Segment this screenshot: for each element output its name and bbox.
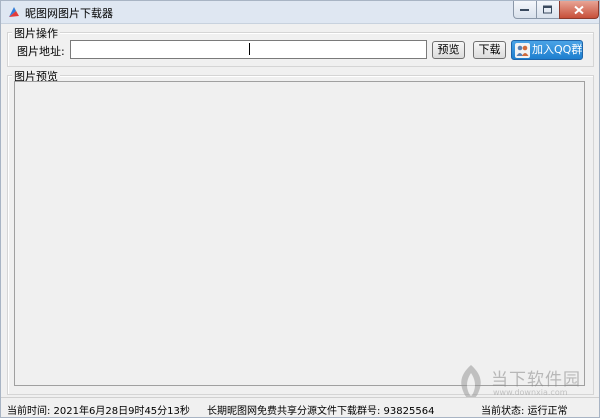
watermark-text: 当下软件园 [491, 370, 581, 390]
join-qq-group-button[interactable]: 加入QQ群 [511, 40, 583, 60]
maximize-button[interactable] [536, 1, 560, 19]
close-icon [574, 5, 584, 14]
minimize-button[interactable] [513, 1, 537, 19]
text-caret [249, 43, 250, 55]
download-button[interactable]: 下载 [473, 41, 506, 59]
url-label: 图片地址: [17, 45, 65, 58]
operations-group-title: 图片操作 [12, 25, 60, 41]
window-title: 昵图网图片下载器 [25, 7, 113, 20]
close-button[interactable] [559, 1, 599, 19]
status-bar: 当前时间: 2021年6月28日9时45分13秒 长期昵图网免费共享分源文件下载… [1, 397, 599, 417]
app-window: 昵图网图片下载器 图片操作 图片地址: 预览 下载 加入QQ群 图片预览 当下软… [0, 0, 600, 418]
qq-group-icon [515, 43, 530, 58]
maximize-icon [543, 5, 552, 13]
title-bar[interactable]: 昵图网图片下载器 [1, 1, 599, 24]
preview-button[interactable]: 预览 [432, 41, 465, 59]
current-time-status: 当前时间: 2021年6月28日9时45分13秒 [7, 406, 190, 417]
qq-group-status: 长期昵图网免费共享分源文件下载群号: 93825564 [207, 406, 435, 417]
minimize-icon [520, 8, 529, 11]
watermark-url: www.downxia.com [493, 388, 568, 397]
running-state-status: 当前状态: 运行正常 [481, 406, 568, 417]
image-preview-area [14, 81, 585, 386]
join-qq-group-label: 加入QQ群 [532, 43, 583, 56]
app-logo-icon [7, 5, 21, 19]
